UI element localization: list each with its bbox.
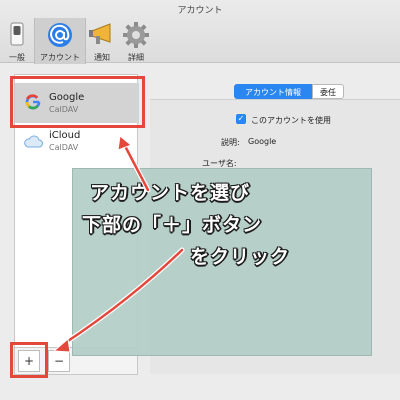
annotation-arrows bbox=[52, 135, 185, 353]
arrow-to-account bbox=[117, 135, 151, 193]
arrow-to-add-button bbox=[52, 247, 185, 353]
